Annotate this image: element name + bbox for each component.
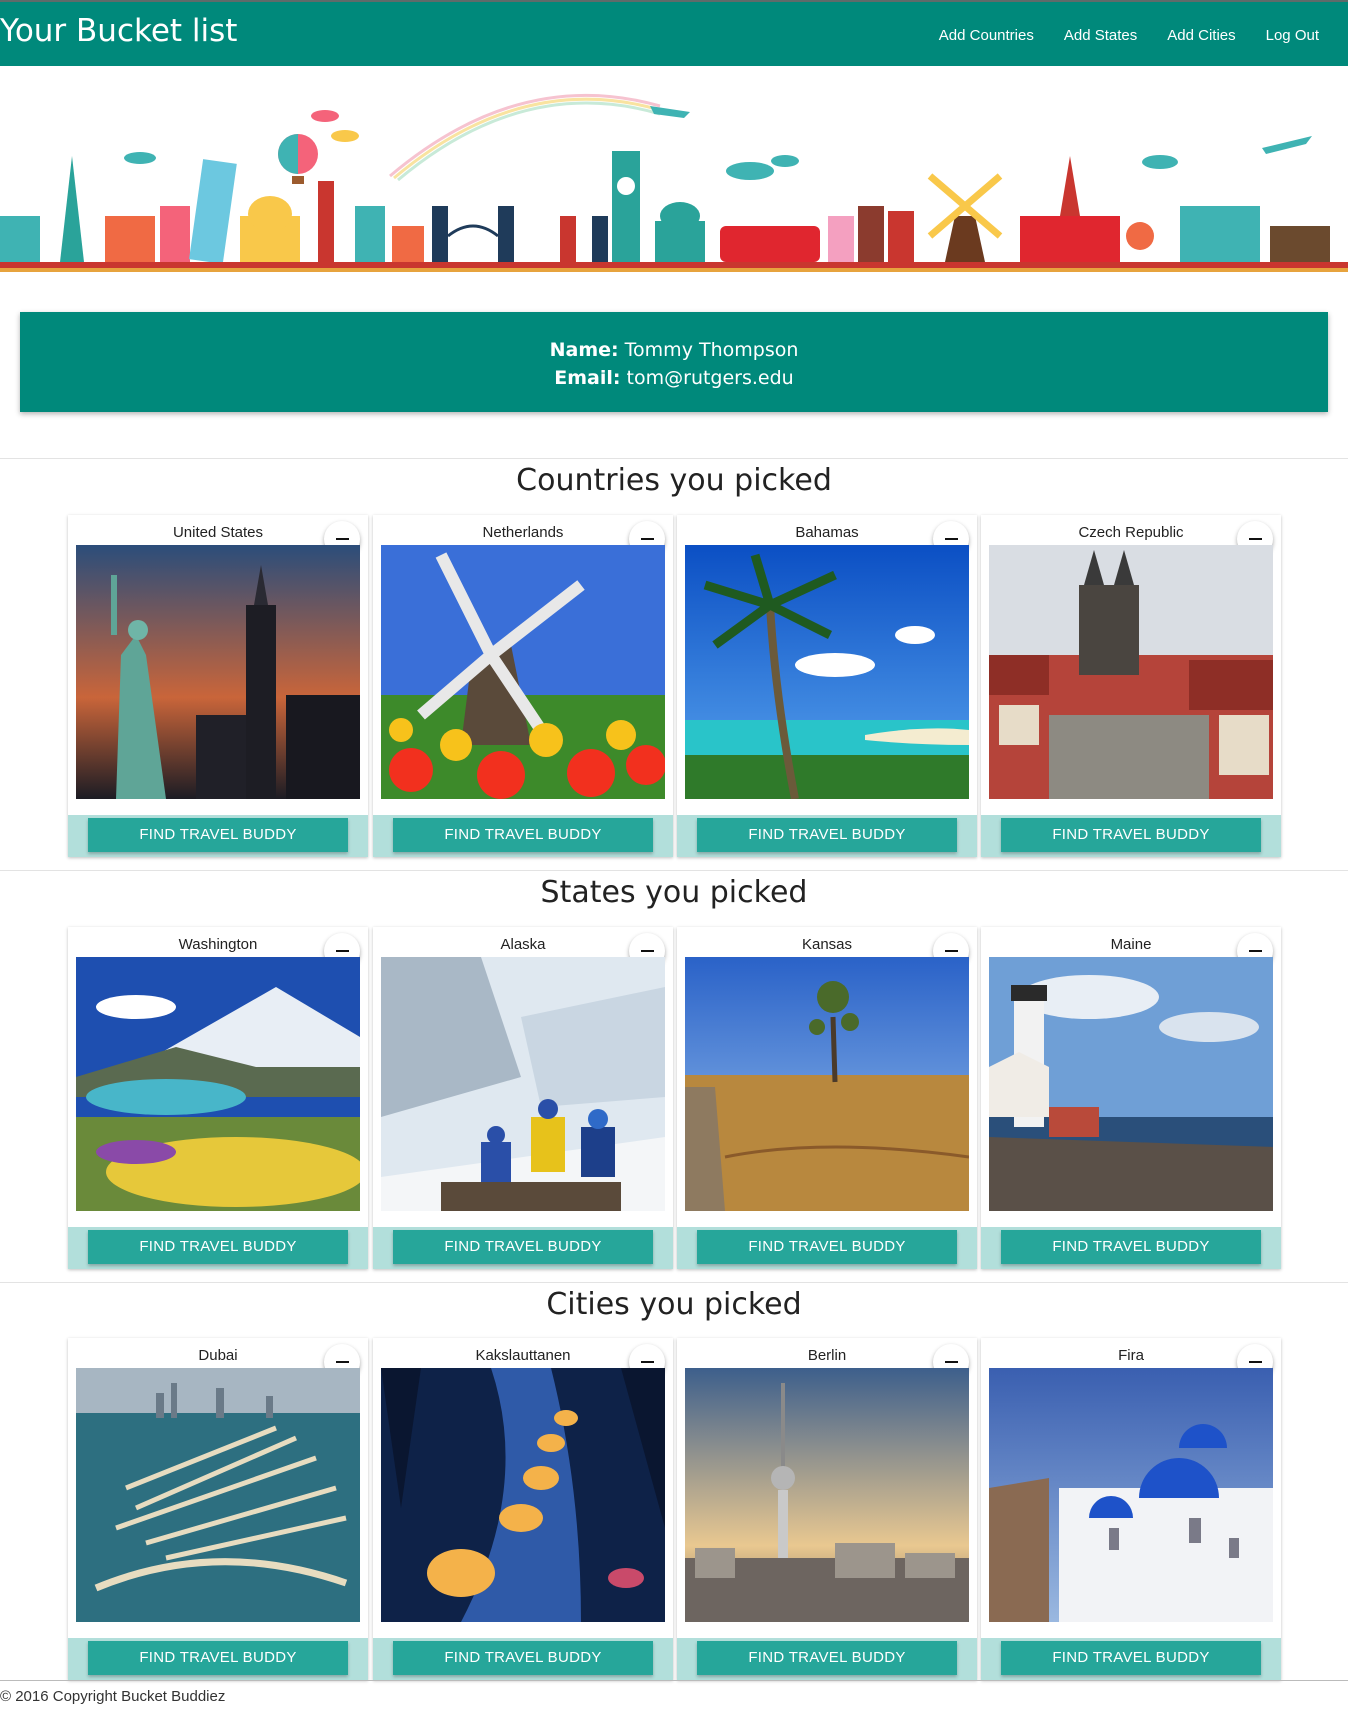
profile-card: Name: Tommy Thompson Email: tom@rutgers.… [20, 312, 1328, 412]
city-card-dubai: Dubai FIND TRAVEL BUDDY [68, 1338, 368, 1680]
find-travel-buddy-button[interactable]: FIND TRAVEL BUDDY [88, 818, 348, 852]
card-title: Berlin [807, 1347, 847, 1364]
section-divider [0, 870, 1348, 871]
find-travel-buddy-button[interactable]: FIND TRAVEL BUDDY [1001, 1641, 1261, 1675]
card-title: Fira [1118, 1347, 1144, 1364]
city-card-berlin: Berlin FIND TRAVEL BUDDY [677, 1338, 977, 1680]
card-footer: FIND TRAVEL BUDDY [981, 815, 1281, 857]
find-travel-buddy-button[interactable]: FIND TRAVEL BUDDY [393, 1230, 653, 1264]
name-label: Name: [549, 339, 619, 361]
state-card-kansas: Kansas FIND TRAVEL BUDDY [677, 927, 977, 1269]
alaska-photo [381, 957, 665, 1211]
find-travel-buddy-button[interactable]: FIND TRAVEL BUDDY [697, 818, 957, 852]
page-footer: © 2016 Copyright Bucket Buddiez [0, 1680, 1348, 1712]
country-card-czech-republic: Czech Republic FIND TRAVEL BUDDY [981, 515, 1281, 857]
nav-log-out[interactable]: Log Out [1251, 2, 1334, 66]
find-travel-buddy-button[interactable]: FIND TRAVEL BUDDY [1001, 1230, 1261, 1264]
find-travel-buddy-button[interactable]: FIND TRAVEL BUDDY [1001, 818, 1261, 852]
card-title: Maine [1110, 936, 1152, 953]
card-title: Dubai [198, 1347, 238, 1364]
find-travel-buddy-button[interactable]: FIND TRAVEL BUDDY [393, 818, 653, 852]
card-title: Bahamas [795, 524, 859, 541]
card-footer: FIND TRAVEL BUDDY [68, 815, 368, 857]
kakslauttanen-photo [381, 1368, 665, 1622]
nav-add-cities[interactable]: Add Cities [1152, 2, 1250, 66]
card-footer: FIND TRAVEL BUDDY [677, 815, 977, 857]
nav-links: Add Countries Add States Add Cities Log … [924, 2, 1334, 66]
fira-photo [989, 1368, 1273, 1622]
card-title: Czech Republic [1078, 524, 1184, 541]
card-footer: FIND TRAVEL BUDDY [373, 815, 673, 857]
travel-banner-image [0, 66, 1348, 304]
profile-email-row: Email: tom@rutgers.edu [20, 364, 1328, 392]
card-footer: FIND TRAVEL BUDDY [677, 1227, 977, 1269]
card-footer: FIND TRAVEL BUDDY [68, 1227, 368, 1269]
user-email: tom@rutgers.edu [626, 367, 794, 389]
cities-section-title: Cities you picked [546, 1287, 802, 1322]
nav-add-countries[interactable]: Add Countries [924, 2, 1049, 66]
section-divider [0, 458, 1348, 459]
berlin-photo [685, 1368, 969, 1622]
countries-section-title: Countries you picked [516, 463, 832, 498]
section-divider [0, 1282, 1348, 1283]
nav-add-states[interactable]: Add States [1049, 2, 1152, 66]
card-footer: FIND TRAVEL BUDDY [68, 1638, 368, 1680]
card-footer: FIND TRAVEL BUDDY [981, 1227, 1281, 1269]
copyright-text: © 2016 Copyright Bucket Buddiez [0, 1688, 226, 1705]
card-title: Alaska [500, 936, 546, 953]
bahamas-photo [685, 545, 969, 799]
kansas-photo [685, 957, 969, 1211]
card-footer: FIND TRAVEL BUDDY [677, 1638, 977, 1680]
dubai-photo [76, 1368, 360, 1622]
state-card-alaska: Alaska FIND TRAVEL BUDDY [373, 927, 673, 1269]
card-title: Netherlands [482, 524, 564, 541]
maine-photo [989, 957, 1273, 1211]
card-footer: FIND TRAVEL BUDDY [981, 1638, 1281, 1680]
states-section-title: States you picked [540, 875, 808, 910]
city-card-fira: Fira FIND TRAVEL BUDDY [981, 1338, 1281, 1680]
find-travel-buddy-button[interactable]: FIND TRAVEL BUDDY [88, 1230, 348, 1264]
profile-name-row: Name: Tommy Thompson [20, 336, 1328, 364]
state-card-washington: Washington FIND TRAVEL BUDDY [68, 927, 368, 1269]
find-travel-buddy-button[interactable]: FIND TRAVEL BUDDY [697, 1641, 957, 1675]
washington-photo [76, 957, 360, 1211]
state-card-maine: Maine FIND TRAVEL BUDDY [981, 927, 1281, 1269]
user-name: Tommy Thompson [624, 339, 799, 361]
email-label: Email: [554, 367, 621, 389]
find-travel-buddy-button[interactable]: FIND TRAVEL BUDDY [393, 1641, 653, 1675]
find-travel-buddy-button[interactable]: FIND TRAVEL BUDDY [88, 1641, 348, 1675]
top-navbar: Your Bucket list Add Countries Add State… [0, 0, 1348, 66]
card-footer: FIND TRAVEL BUDDY [373, 1638, 673, 1680]
card-title: Kakslauttanen [475, 1347, 571, 1364]
card-footer: FIND TRAVEL BUDDY [373, 1227, 673, 1269]
brand-title[interactable]: Your Bucket list [0, 16, 237, 47]
country-card-netherlands: Netherlands FIND TRAVEL BUDDY [373, 515, 673, 857]
card-title: Washington [178, 936, 258, 953]
card-title: United States [172, 524, 264, 541]
find-travel-buddy-button[interactable]: FIND TRAVEL BUDDY [697, 1230, 957, 1264]
country-card-united-states: United States FIND TRAVEL BUDDY [68, 515, 368, 857]
card-title: Kansas [801, 936, 853, 953]
united-states-photo [76, 545, 360, 799]
city-card-kakslauttanen: Kakslauttanen FIND TRAVEL BUDDY [373, 1338, 673, 1680]
czech-republic-photo [989, 545, 1273, 799]
netherlands-photo [381, 545, 665, 799]
country-card-bahamas: Bahamas FIND TRAVEL BUDDY [677, 515, 977, 857]
